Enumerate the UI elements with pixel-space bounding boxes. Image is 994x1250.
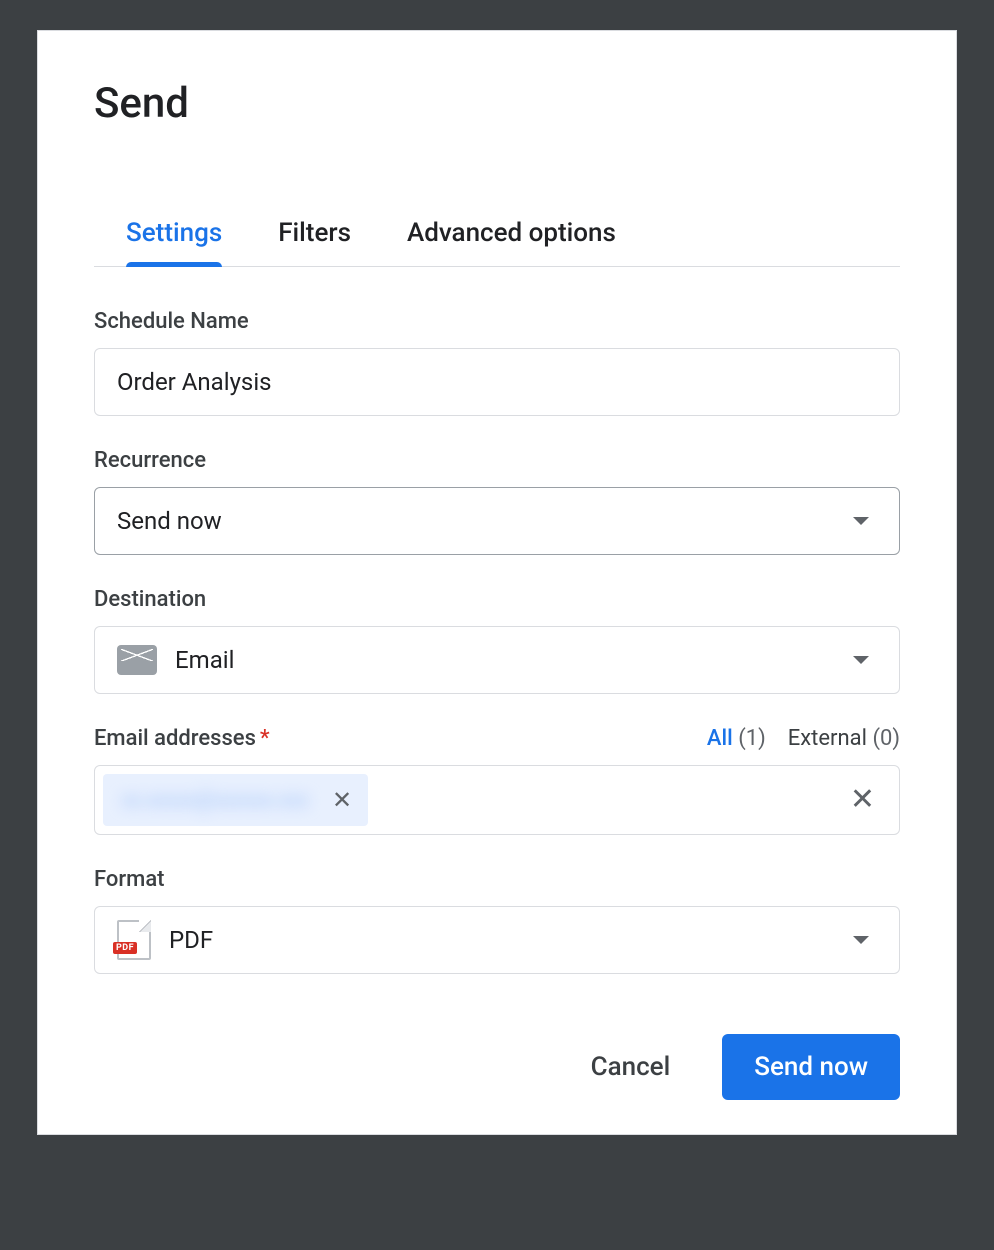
recurrence-value: Send now [117,507,222,535]
email-addresses-label-text: Email addresses [94,726,256,751]
format-value: PDF [169,926,213,954]
pdf-badge-text: PDF [113,942,137,954]
dialog-actions: Cancel Send now [94,1034,900,1100]
destination-select[interactable]: Email [94,626,900,694]
schedule-name-label: Schedule Name [94,309,900,334]
format-label: Format [94,867,900,892]
email-filter-all[interactable]: All [707,726,733,751]
email-icon [117,645,157,675]
caret-down-icon [853,517,869,525]
pdf-icon: PDF [117,920,151,960]
field-email-addresses: Email addresses* All (1) External (0) xx… [94,726,900,835]
email-addresses-label: Email addresses* [94,726,270,751]
chip-remove-icon[interactable]: ✕ [328,784,356,816]
field-schedule-name: Schedule Name [94,309,900,416]
schedule-name-input[interactable] [94,348,900,416]
dialog-title: Send [94,79,900,128]
destination-value: Email [175,646,234,674]
clear-all-icon[interactable]: ✕ [846,785,879,815]
email-filter-all-count: (1) [738,726,766,751]
email-filter-external-count: (0) [872,726,900,751]
tabs: Settings Filters Advanced options [94,218,900,267]
email-chip: xx.xxxxx@xxxxxx.xxx ✕ [103,774,368,826]
email-counters: All (1) External (0) [707,726,900,751]
recurrence-select[interactable]: Send now [94,487,900,555]
format-select[interactable]: PDF PDF [94,906,900,974]
tab-advanced-options[interactable]: Advanced options [407,218,616,266]
required-indicator: * [260,726,270,751]
email-filter-external[interactable]: External [788,726,867,751]
field-format: Format PDF PDF [94,867,900,974]
caret-down-icon [853,656,869,664]
field-destination: Destination Email [94,587,900,694]
email-addresses-input[interactable]: xx.xxxxx@xxxxxx.xxx ✕ ✕ [94,765,900,835]
caret-down-icon [853,936,869,944]
send-dialog: Send Settings Filters Advanced options S… [37,30,957,1135]
send-now-button[interactable]: Send now [722,1034,900,1100]
email-chip-text: xx.xxxxx@xxxxxx.xxx [121,788,308,813]
recurrence-label: Recurrence [94,448,900,473]
field-recurrence: Recurrence Send now [94,448,900,555]
cancel-button[interactable]: Cancel [587,1042,675,1092]
tab-filters[interactable]: Filters [278,218,351,266]
tab-settings[interactable]: Settings [126,218,222,266]
destination-label: Destination [94,587,900,612]
